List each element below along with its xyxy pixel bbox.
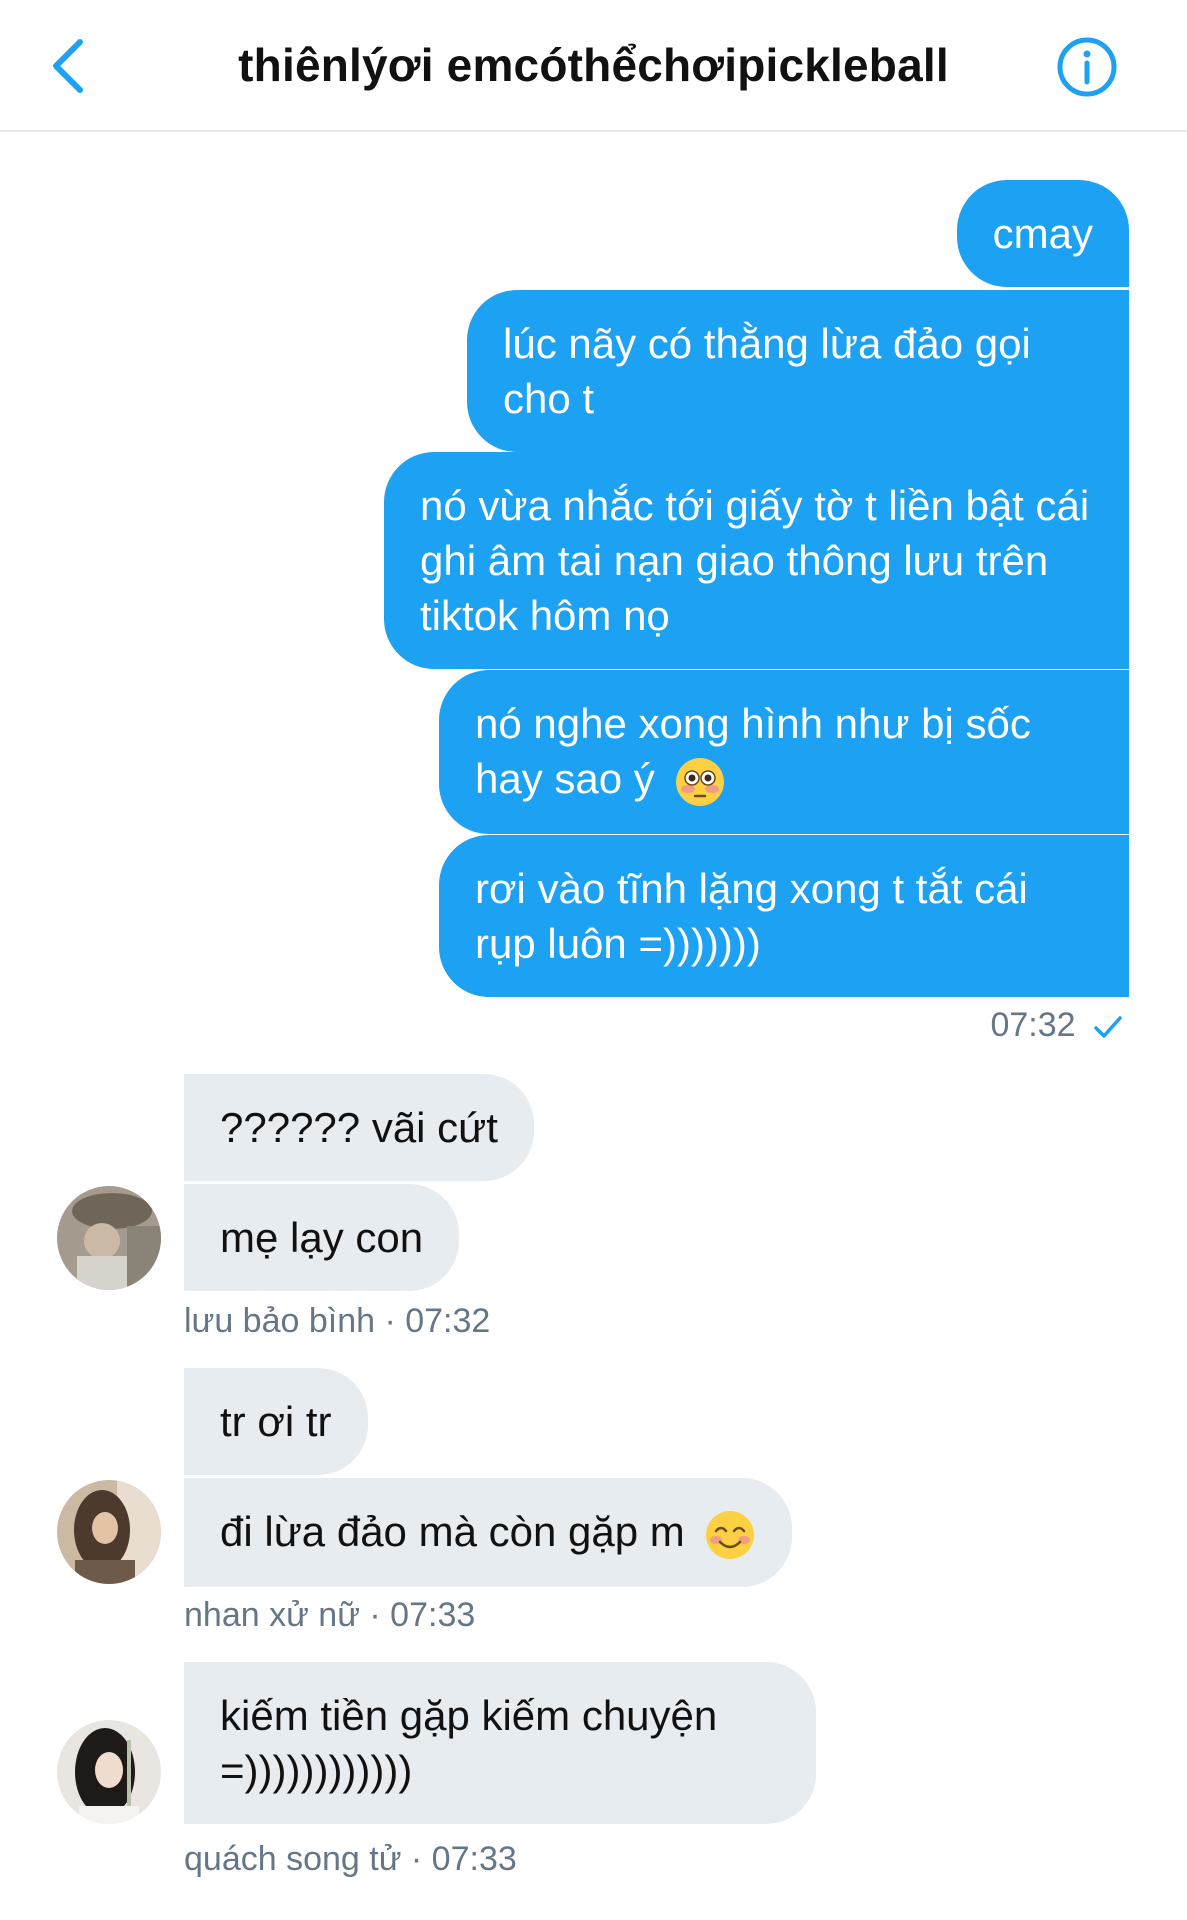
message-text: kiếm tiền gặp kiếm chuyện =)))))))))))) — [220, 1692, 718, 1794]
conversation-header: thiênlýơi emcóthểchơipickleball — [0, 0, 1187, 132]
outgoing-message[interactable]: cmay — [956, 180, 1129, 287]
avatar[interactable] — [57, 1720, 161, 1824]
smiling-face-emoji — [706, 1510, 755, 1559]
incoming-message[interactable]: ?????? vãi cứt — [184, 1074, 534, 1181]
sent-check-icon — [1094, 1016, 1122, 1038]
conversation-title: thiênlýơi emcóthểchơipickleball — [238, 39, 949, 91]
message-text: đi lừa đảo mà còn gặp m — [220, 1508, 685, 1555]
avatar[interactable] — [57, 1480, 161, 1584]
message-meta: lưu bảo bình · 07:32 — [184, 1302, 491, 1340]
incoming-message[interactable]: đi lừa đảo mà còn gặp m — [184, 1478, 793, 1587]
message-text: nó nghe xong hình như bị sốc hay sao ý — [475, 700, 1031, 802]
timestamp-text: 07:32 — [990, 1006, 1076, 1044]
outgoing-message[interactable]: rơi vào tĩnh lặng xong t tắt cái rụp luô… — [439, 835, 1129, 997]
message-timestamp: 07:32 — [990, 1006, 1123, 1045]
message-text: lúc nãy có thằng lừa đảo gọi cho t — [503, 320, 1031, 422]
incoming-message[interactable]: mẹ lạy con — [184, 1184, 460, 1291]
message-text: tr ơi tr — [220, 1398, 332, 1445]
outgoing-message[interactable]: nó vừa nhắc tới giấy tờ t liền bật cái g… — [384, 452, 1129, 669]
chevron-left-icon[interactable] — [48, 38, 88, 94]
avatar[interactable] — [57, 1186, 161, 1290]
message-meta: nhan xử nữ · 07:33 — [184, 1596, 476, 1634]
incoming-message[interactable]: tr ơi tr — [184, 1368, 368, 1475]
incoming-message[interactable]: kiếm tiền gặp kiếm chuyện =)))))))))))) — [184, 1662, 816, 1824]
message-text: cmay — [992, 210, 1093, 257]
outgoing-message[interactable]: lúc nãy có thằng lừa đảo gọi cho t — [467, 290, 1129, 452]
message-text: nó vừa nhắc tới giấy tờ t liền bật cái g… — [420, 482, 1090, 639]
flushed-face-emoji — [676, 757, 725, 806]
message-text: mẹ lạy con — [220, 1214, 424, 1261]
avatar-image — [57, 1720, 161, 1824]
outgoing-message[interactable]: nó nghe xong hình như bị sốc hay sao ý — [439, 670, 1129, 834]
avatar-image — [57, 1186, 161, 1290]
message-meta: quách song tử · 07:33 — [184, 1840, 517, 1878]
avatar-image — [57, 1480, 161, 1584]
info-icon[interactable] — [1056, 36, 1118, 98]
message-text: ?????? vãi cứt — [220, 1104, 498, 1151]
message-text: rơi vào tĩnh lặng xong t tắt cái rụp luô… — [475, 865, 1028, 967]
